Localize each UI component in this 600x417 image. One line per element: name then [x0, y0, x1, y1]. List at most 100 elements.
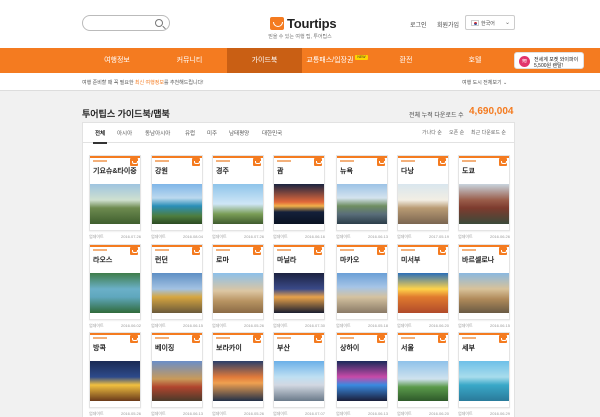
- guidebook-publisher: 업데이트: [212, 234, 227, 239]
- login-link[interactable]: 로그인: [410, 20, 427, 29]
- notice-highlight[interactable]: 최신 여행정보: [135, 80, 164, 86]
- guidebook-card[interactable]: 런던 업데이트 2016.06.15: [151, 244, 203, 330]
- guidebook-card[interactable]: 상하이 업데이트 2016.06.13: [336, 332, 388, 417]
- cover-brand-mark: [401, 249, 415, 251]
- nav-item-community[interactable]: 커뮤니티: [152, 48, 227, 73]
- guidebook-cover[interactable]: 경주: [212, 155, 264, 231]
- guidebook-card[interactable]: 경주 업데이트 2016.07.26: [212, 155, 264, 241]
- guidebook-cover[interactable]: 보라카이: [212, 332, 264, 408]
- guidebook-cover[interactable]: 도쿄: [458, 155, 510, 231]
- tab-americas[interactable]: 미주: [207, 129, 217, 137]
- tagline: 믿을 수 있는 여행 팁, 투어팁스: [268, 34, 332, 40]
- signup-link[interactable]: 회원가입: [437, 20, 459, 29]
- guidebook-publisher: 업데이트: [458, 411, 473, 416]
- nav-item-travel-info[interactable]: 여행정보: [82, 48, 152, 73]
- download-count: 4,690,004: [469, 106, 514, 117]
- guidebook-date: 2016.06.26: [489, 234, 510, 239]
- guidebook-card[interactable]: 라오스 업데이트 2016.06.02: [89, 244, 141, 330]
- guidebook-card[interactable]: 미서부 업데이트 2016.06.20: [397, 244, 449, 330]
- cover-brand-mark: [277, 160, 291, 162]
- guidebook-cover[interactable]: 괌: [273, 155, 325, 231]
- guidebook-card[interactable]: 부산 업데이트 2016.07.07: [273, 332, 325, 417]
- guidebook-card[interactable]: 도쿄 업데이트 2016.06.26: [458, 155, 510, 241]
- guidebook-cover[interactable]: 서울: [397, 332, 449, 408]
- guidebook-cover[interactable]: 부산: [273, 332, 325, 408]
- guidebook-title: 서울: [401, 345, 414, 352]
- guidebook-card[interactable]: 괌 업데이트 2016.06.16: [273, 155, 325, 241]
- sort-recent-download[interactable]: 최근 다운로드 순: [471, 129, 506, 136]
- guidebook-cover[interactable]: 바르셀로나: [458, 244, 510, 320]
- language-select[interactable]: 한국어 ⌄: [465, 15, 515, 30]
- guidebook-cover[interactable]: 세부: [458, 332, 510, 408]
- guidebook-cover[interactable]: 강원: [151, 155, 203, 231]
- guidebook-cover[interactable]: 미서부: [397, 244, 449, 320]
- cover-brand-mark: [93, 337, 107, 339]
- guidebook-cover[interactable]: 상하이: [336, 332, 388, 408]
- guidebook-title: 도쿄: [462, 168, 475, 175]
- guidebook-cover[interactable]: 마닐라: [273, 244, 325, 320]
- search-input[interactable]: [82, 15, 170, 31]
- tourtips-badge-icon: [438, 247, 446, 255]
- tab-all[interactable]: 전체: [92, 129, 108, 144]
- guidebook-card[interactable]: 뉴욕 업데이트 2016.06.13: [336, 155, 388, 241]
- top-header: Tourtips 믿을 수 있는 여행 팁, 투어팁스 로그인 회원가입 한국어…: [0, 0, 600, 48]
- nav-label: 가이드북: [251, 57, 278, 64]
- cover-brand-mark: [216, 337, 230, 339]
- guidebook-cover[interactable]: 뉴욕: [336, 155, 388, 231]
- tab-south-pacific[interactable]: 남태평양: [229, 129, 249, 137]
- guidebook-cover[interactable]: 방콕: [89, 332, 141, 408]
- guidebook-cover[interactable]: 베이징: [151, 332, 203, 408]
- site-logo[interactable]: Tourtips: [270, 15, 337, 31]
- guidebook-date: 2017.05.19: [428, 234, 449, 239]
- guidebook-card[interactable]: 바르셀로나 업데이트 2016.06.15: [458, 244, 510, 330]
- promo-line-2: 5,500원 렌탈!: [534, 63, 564, 69]
- guidebook-card[interactable]: 마닐라 업데이트 2016.07.30: [273, 244, 325, 330]
- guidebook-title: 로마: [216, 257, 229, 264]
- guidebook-date: 2016.05.26: [243, 411, 264, 416]
- tab-europe[interactable]: 유럽: [185, 129, 195, 137]
- guidebook-publisher: 업데이트: [212, 411, 227, 416]
- guidebook-cover[interactable]: 마카오: [336, 244, 388, 320]
- all-cities-dropdown[interactable]: 여행 도시 전체보기 ⌄: [462, 79, 507, 86]
- sort-open[interactable]: 오픈 순: [449, 129, 464, 136]
- guidebook-title: 다낭: [401, 168, 414, 175]
- guidebook-date: 2016.07.30: [304, 323, 325, 328]
- search-icon[interactable]: [155, 19, 163, 27]
- guidebook-card[interactable]: 로마 업데이트 2016.05.26: [212, 244, 264, 330]
- guidebook-cover[interactable]: 다낭: [397, 155, 449, 231]
- guidebook-cover[interactable]: 라오스: [89, 244, 141, 320]
- guidebook-card[interactable]: 방콕 업데이트 2016.05.26: [89, 332, 141, 417]
- cover-brand-mark: [401, 337, 415, 339]
- guidebook-cover[interactable]: 런던: [151, 244, 203, 320]
- guidebook-card[interactable]: 기요슈&타이중 업데이트 2016.07.26: [89, 155, 141, 241]
- tourtips-badge-icon: [377, 158, 385, 166]
- sort-alphabetical[interactable]: 가나다 순: [422, 129, 442, 136]
- guidebook-title: 경주: [216, 168, 229, 175]
- guidebook-card[interactable]: 보라카이업데이트 2016.05.26: [212, 332, 264, 417]
- guidebook-card[interactable]: 마카오 업데이트 2016.05.18: [336, 244, 388, 330]
- tab-korea[interactable]: 대한민국: [262, 129, 282, 137]
- guidebook-photo: [90, 184, 140, 224]
- nav-item-guidebook[interactable]: 가이드북: [227, 48, 302, 73]
- new-badge: NEW: [355, 55, 368, 60]
- tourtips-badge-icon: [377, 247, 385, 255]
- guidebook-title: 상하이: [340, 345, 360, 352]
- tab-asia[interactable]: 아시아: [117, 129, 132, 137]
- guidebook-photo: [213, 273, 263, 313]
- nav-item-transport-pass[interactable]: 교통패스/입장권 NEW: [302, 48, 372, 73]
- guidebook-publisher: 업데이트: [336, 323, 351, 328]
- guidebook-cover[interactable]: 기요슈&타이중: [89, 155, 141, 231]
- nav-item-hotel[interactable]: 호텔: [440, 48, 510, 73]
- wifi-promo-banner[interactable]: ≋ 전세계 포켓 와이파이 5,500원 렌탈!: [514, 52, 584, 69]
- guidebook-card[interactable]: 베이징 업데이트 2016.06.13: [151, 332, 203, 417]
- guidebook-cover[interactable]: 로마: [212, 244, 264, 320]
- chevron-down-icon: ⌄: [502, 80, 508, 86]
- guidebook-card[interactable]: 서울 업데이트 2016.06.20: [397, 332, 449, 417]
- nav-item-exchange[interactable]: 환전: [372, 48, 440, 73]
- guidebook-publisher: 업데이트: [89, 323, 104, 328]
- guidebook-card[interactable]: 세부 업데이트 2016.06.29: [458, 332, 510, 417]
- guidebook-card[interactable]: 강원 업데이트 2016.08.04: [151, 155, 203, 241]
- tourtips-badge-icon: [130, 158, 138, 166]
- guidebook-card[interactable]: 다낭 업데이트 2017.05.19: [397, 155, 449, 241]
- tab-southeast-asia[interactable]: 동남아시아: [145, 129, 170, 137]
